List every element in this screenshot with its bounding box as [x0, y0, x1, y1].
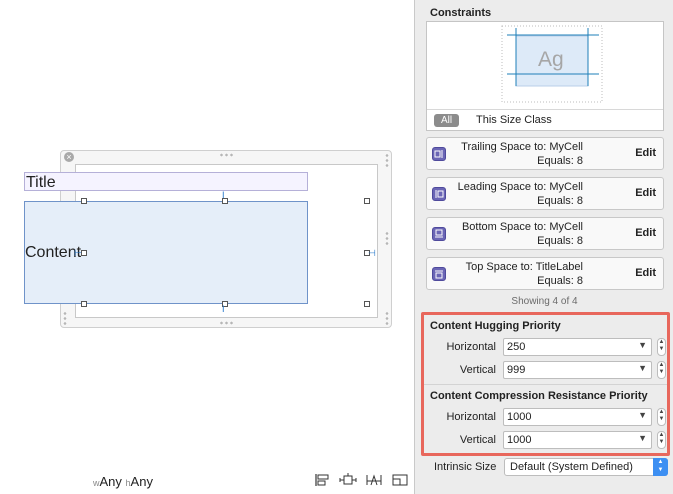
edit-constraint-button[interactable]: Edit — [635, 147, 656, 159]
resize-grip-icon[interactable] — [63, 311, 67, 325]
resizing-behavior-icon[interactable] — [391, 473, 409, 487]
constraint-description: Bottom Space to: MyCell — [461, 221, 583, 233]
pin-icon[interactable] — [339, 473, 357, 487]
hugging-horizontal-stepper[interactable]: ▲ ▼ — [657, 338, 666, 356]
resize-grip-icon[interactable] — [219, 153, 233, 157]
compression-horizontal-label: Horizontal — [446, 411, 496, 423]
constraint-ibeam-icon[interactable]: ⊢ — [74, 249, 82, 258]
constraint-row-bottom[interactable]: Bottom Space to: MyCell Equals: 8 Edit — [426, 217, 664, 250]
intrinsic-size-value: Default (System Defined) — [510, 461, 633, 473]
constraint-constant: Equals: 8 — [537, 275, 583, 287]
hugging-vertical-row: Vertical 999 ▼ ▲ ▼ — [424, 361, 667, 379]
content-label-text: Content — [25, 243, 82, 261]
constraint-description: Top Space to: TitleLabel — [465, 261, 583, 273]
updown-chevron-icon[interactable]: ▲ ▼ — [653, 458, 668, 476]
constraints-title: Constraints — [430, 7, 492, 19]
resize-grip-icon[interactable] — [385, 231, 389, 245]
constraint-row-trailing[interactable]: Trailing Space to: MyCell Equals: 8 Edit — [426, 137, 664, 170]
compression-vertical-value: 1000 — [507, 434, 532, 446]
intrinsic-size-select[interactable]: Default (System Defined) ▲ ▼ — [504, 458, 668, 476]
hugging-horizontal-combo[interactable]: 250 ▼ — [503, 338, 652, 356]
hugging-priority-title: Content Hugging Priority — [430, 320, 561, 332]
constraint-diagram: Ag — [501, 25, 603, 103]
hugging-horizontal-value: 250 — [507, 341, 526, 353]
edit-constraint-button[interactable]: Edit — [635, 187, 656, 199]
resize-grip-icon[interactable] — [219, 321, 233, 325]
hugging-vertical-value: 999 — [507, 364, 526, 376]
preview-sample-text: Ag — [538, 48, 564, 71]
size-inspector: Constraints Ag All This Size Class Trail… — [414, 0, 673, 494]
chevron-down-icon[interactable]: ▼ — [638, 410, 647, 420]
constraint-ibeam-icon[interactable]: I — [222, 191, 225, 200]
constraint-constant: Equals: 8 — [537, 155, 583, 167]
constraint-row-top[interactable]: Top Space to: TitleLabel Equals: 8 Edit — [426, 257, 664, 290]
resize-grip-icon[interactable] — [385, 153, 389, 167]
compression-horizontal-value: 1000 — [507, 411, 532, 423]
size-class-toggle[interactable]: wAny hAny — [93, 474, 153, 489]
compression-priority-title: Content Compression Resistance Priority — [430, 390, 648, 402]
compression-vertical-label: Vertical — [459, 434, 496, 446]
constraint-ibeam-icon[interactable]: ⊣ — [368, 249, 376, 258]
resize-handle[interactable] — [81, 301, 87, 307]
compression-vertical-row: Vertical 1000 ▼ ▲ ▼ — [424, 431, 667, 449]
resolve-issues-icon[interactable] — [365, 473, 383, 487]
compression-horizontal-stepper[interactable]: ▲ ▼ — [657, 408, 666, 426]
compression-vertical-stepper[interactable]: ▲ ▼ — [657, 431, 666, 449]
all-filter-button[interactable]: All — [434, 114, 459, 127]
preview-filter-bar: All This Size Class — [427, 109, 663, 130]
resize-handle[interactable] — [364, 301, 370, 307]
edit-constraint-button[interactable]: Edit — [635, 227, 656, 239]
compression-vertical-combo[interactable]: 1000 ▼ — [503, 431, 652, 449]
compression-horizontal-row: Horizontal 1000 ▼ ▲ ▼ — [424, 408, 667, 426]
intrinsic-size-row: Intrinsic Size Default (System Defined) … — [415, 458, 673, 476]
constraint-description: Trailing Space to: MyCell — [461, 141, 583, 153]
section-divider — [424, 384, 667, 385]
size-class-w-value: Any — [99, 474, 122, 489]
hugging-vertical-label: Vertical — [459, 364, 496, 376]
hugging-vertical-combo[interactable]: 999 ▼ — [503, 361, 652, 379]
constraint-constant: Equals: 8 — [537, 195, 583, 207]
resize-grip-icon[interactable] — [385, 311, 389, 325]
chevron-down-icon[interactable]: ▼ — [638, 363, 647, 373]
chevron-down-icon[interactable]: ▼ — [638, 340, 647, 350]
storyboard-canvas[interactable]: × Title Content I I ⊢ ⊣ wAny hAny — [0, 0, 414, 494]
layout-toolbar — [313, 473, 409, 487]
constraint-description: Leading Space to: MyCell — [457, 181, 583, 193]
resize-handle[interactable] — [364, 198, 370, 204]
title-label[interactable]: Title — [24, 172, 308, 191]
close-icon[interactable]: × — [64, 152, 74, 162]
constraint-constant: Equals: 8 — [537, 235, 583, 247]
edit-constraint-button[interactable]: Edit — [635, 267, 656, 279]
constraint-ibeam-icon[interactable]: I — [222, 305, 225, 314]
constraint-preview[interactable]: Ag All This Size Class — [426, 21, 664, 131]
align-icon[interactable] — [313, 473, 331, 487]
resize-handle[interactable] — [81, 198, 87, 204]
hugging-vertical-stepper[interactable]: ▲ ▼ — [657, 361, 666, 379]
intrinsic-size-label: Intrinsic Size — [434, 461, 497, 473]
hugging-horizontal-label: Horizontal — [446, 341, 496, 353]
size-class-h-value: Any — [130, 474, 153, 489]
constraint-row-leading[interactable]: Leading Space to: MyCell Equals: 8 Edit — [426, 177, 664, 210]
constraints-count: Showing 4 of 4 — [511, 296, 578, 307]
content-label[interactable]: Content — [24, 201, 308, 304]
hugging-horizontal-row: Horizontal 250 ▼ ▲ ▼ — [424, 338, 667, 356]
this-size-class-filter[interactable]: This Size Class — [476, 114, 552, 126]
compression-horizontal-combo[interactable]: 1000 ▼ — [503, 408, 652, 426]
priority-highlight: Content Hugging Priority Horizontal 250 … — [421, 312, 670, 456]
chevron-down-icon[interactable]: ▼ — [638, 433, 647, 443]
